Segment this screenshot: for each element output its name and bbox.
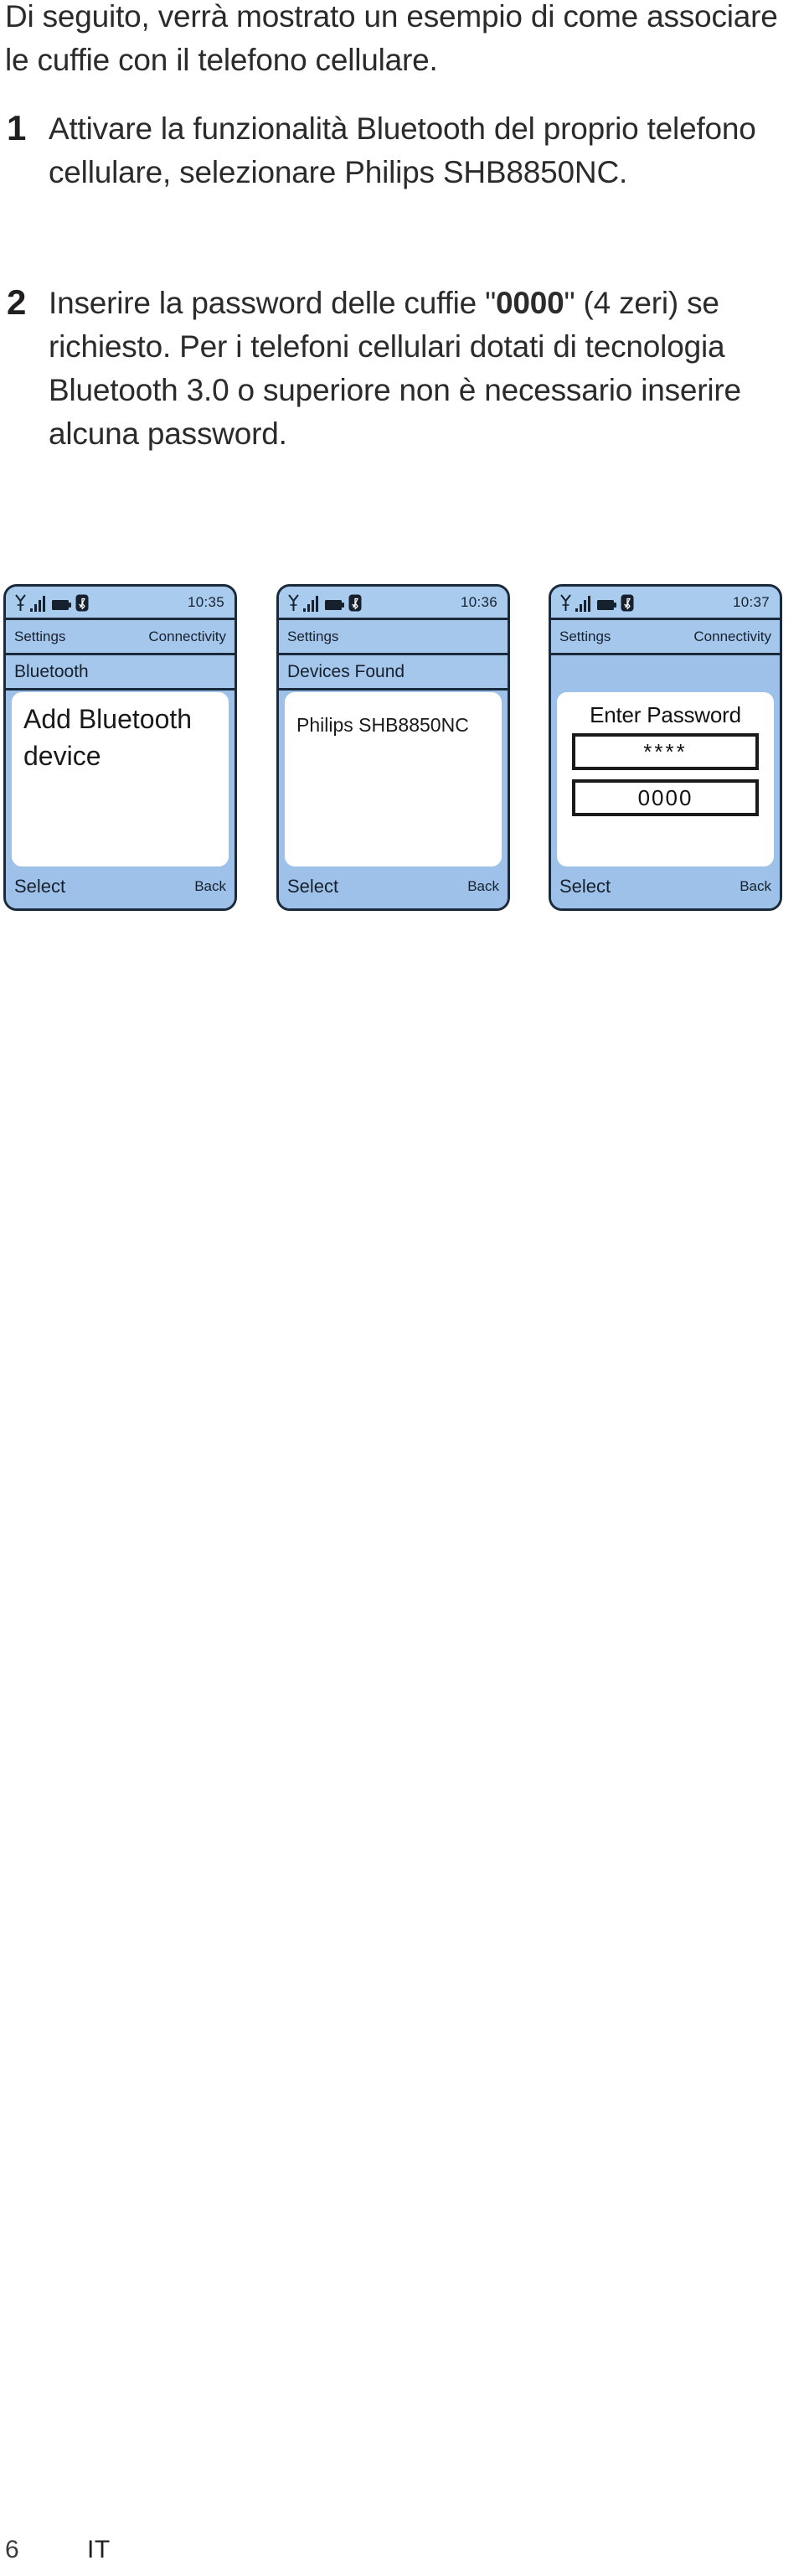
phone-3-empty-title-bar bbox=[551, 655, 780, 691]
phone-3-password-plain-field[interactable]: 0000 bbox=[572, 779, 759, 816]
phone-1-softkey-back[interactable]: Back bbox=[194, 878, 226, 895]
phone-2-softkey-select[interactable]: Select bbox=[287, 876, 338, 897]
signal-bars-icon bbox=[303, 595, 318, 612]
phone-2-title: Devices Found bbox=[287, 661, 405, 681]
phone-1-content-card: Add Bluetooth device bbox=[12, 692, 229, 866]
battery-icon bbox=[52, 599, 71, 610]
page-footer: 6 IT bbox=[0, 2527, 804, 2564]
phone-2-screen-body: Philips SHB8850NC bbox=[279, 691, 508, 868]
language-code: IT bbox=[87, 2536, 111, 2563]
phone-2-status-icons bbox=[287, 593, 362, 612]
signal-bars-icon bbox=[30, 595, 45, 612]
signal-antenna-icon bbox=[560, 593, 571, 611]
phone-1-screen-body: Add Bluetooth device bbox=[6, 691, 234, 868]
page-number: 6 bbox=[5, 2536, 19, 2563]
phone-3-password-dialog: Enter Password **** 0000 bbox=[557, 692, 774, 866]
phone-3-screen-body: Enter Password **** 0000 bbox=[551, 691, 780, 868]
battery-icon bbox=[597, 599, 616, 610]
phone-1-softkey-bar: Select Back bbox=[6, 868, 234, 908]
phone-3-path-bar: Settings Connectivity bbox=[551, 620, 780, 655]
bluetooth-icon bbox=[348, 594, 362, 611]
phone-3-status-bar: 10:37 bbox=[551, 587, 780, 620]
phone-1-path-right: Connectivity bbox=[148, 628, 226, 644]
phone-mockup-1: 10:35 Settings Connectivity Bluetooth Ad… bbox=[3, 584, 237, 911]
phone-3-password-dialog-title: Enter Password bbox=[590, 702, 741, 727]
step-2-text: Inserire la password delle cuffie "0000"… bbox=[49, 282, 801, 456]
phone-3-softkey-back[interactable]: Back bbox=[740, 878, 771, 895]
phone-2-clock: 10:36 bbox=[460, 593, 497, 610]
step-2-text-before: Inserire la password delle cuffie " bbox=[49, 286, 496, 320]
phone-mockup-3: 10:37 Settings Connectivity Enter Passwo… bbox=[549, 584, 782, 911]
signal-antenna-icon bbox=[288, 593, 299, 611]
phone-2-path-left: Settings bbox=[287, 628, 339, 644]
phone-1-clock: 10:35 bbox=[187, 593, 224, 610]
phone-1-status-icons bbox=[14, 593, 89, 612]
phone-1-status-bar: 10:35 bbox=[6, 587, 234, 620]
phone-3-status-icons bbox=[559, 593, 634, 612]
step-1-number: 1 bbox=[7, 108, 27, 147]
step-2-password-value: 0000 bbox=[496, 286, 564, 320]
phone-3-password-masked-field[interactable]: **** bbox=[572, 733, 759, 770]
step-2-number: 2 bbox=[7, 282, 27, 322]
bluetooth-icon bbox=[75, 594, 89, 611]
phone-2-title-bar: Devices Found bbox=[279, 655, 508, 691]
phone-3-softkey-select[interactable]: Select bbox=[559, 876, 611, 897]
phone-3-path-left: Settings bbox=[559, 628, 611, 644]
bluetooth-icon bbox=[621, 594, 634, 611]
phone-1-title: Bluetooth bbox=[14, 661, 89, 681]
phone-2-softkey-bar: Select Back bbox=[279, 868, 508, 908]
signal-antenna-icon bbox=[15, 593, 26, 611]
battery-icon bbox=[325, 599, 344, 610]
signal-bars-icon bbox=[575, 595, 590, 612]
phone-1-menu-item-add-bluetooth-device[interactable]: Add Bluetooth device bbox=[23, 701, 217, 774]
phone-3-softkey-bar: Select Back bbox=[551, 868, 780, 908]
phone-2-path-bar: Settings bbox=[279, 620, 508, 655]
phone-2-content-card: Philips SHB8850NC bbox=[285, 692, 502, 866]
step-1-text: Attivare la funzionalità Bluetooth del p… bbox=[49, 111, 756, 189]
phone-1-title-bar: Bluetooth bbox=[6, 655, 234, 691]
phone-2-device-list-item[interactable]: Philips SHB8850NC bbox=[296, 701, 490, 737]
phone-mockups-row: 10:35 Settings Connectivity Bluetooth Ad… bbox=[0, 584, 804, 913]
phone-2-status-bar: 10:36 bbox=[279, 587, 508, 620]
intro-paragraph: Di seguito, verrà mostrato un esempio di… bbox=[5, 0, 778, 77]
phone-3-clock: 10:37 bbox=[732, 593, 770, 610]
phone-mockup-2: 10:36 Settings Devices Found Philips SHB… bbox=[276, 584, 510, 911]
phone-1-path-left: Settings bbox=[14, 628, 66, 644]
phone-1-softkey-select[interactable]: Select bbox=[14, 876, 65, 897]
phone-3-path-right: Connectivity bbox=[693, 628, 771, 644]
phone-2-softkey-back[interactable]: Back bbox=[467, 878, 499, 895]
phone-1-path-bar: Settings Connectivity bbox=[6, 620, 234, 655]
